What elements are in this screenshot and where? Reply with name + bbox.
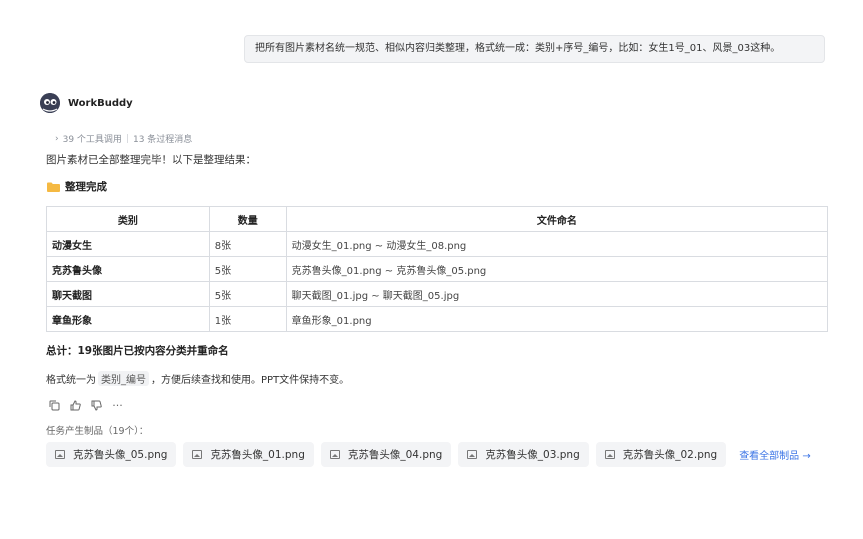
summary-text: 总计：19张图片已按内容分类并重命名	[46, 345, 229, 357]
assistant-name: WorkBuddy	[68, 97, 133, 109]
count-cell: 8张	[208, 231, 287, 257]
more-icon[interactable]: ···	[111, 399, 124, 412]
section-title-text: 整理完成	[65, 181, 107, 193]
format-code: 类别_编号	[98, 371, 149, 386]
category-cell: 章鱼形象	[46, 306, 210, 332]
view-all-artifacts-link[interactable]: 查看全部制品 →	[739, 447, 811, 462]
artifact-filename: 克苏鲁头像_03.png	[485, 449, 580, 461]
table-row: 聊天截图 5张 聊天截图_01.jpg ~ 聊天截图_05.jpg	[46, 281, 829, 307]
intro-text: 图片素材已全部整理完毕！以下是整理结果：	[46, 154, 256, 166]
artifact-chip[interactable]: 克苏鲁头像_02.png	[595, 442, 727, 467]
format-note: 格式统一为 类别_编号 ，方便后续查找和使用。PPT文件保持不变。	[46, 371, 349, 386]
category-cell: 聊天截图	[46, 281, 210, 307]
artifact-chip[interactable]: 克苏鲁头像_05.png	[46, 442, 177, 467]
table-row: 克苏鲁头像 5张 克苏鲁头像_01.png ~ 克苏鲁头像_05.png	[46, 256, 829, 282]
separator: |	[125, 133, 129, 144]
tool-calls-count: 39 个工具调用	[62, 135, 122, 145]
filename-cell: 克苏鲁头像_01.png ~ 克苏鲁头像_05.png	[285, 256, 829, 282]
table-row: 章鱼形象 1张 章鱼形象_01.png	[46, 306, 829, 332]
artifact-filename: 克苏鲁头像_05.png	[73, 449, 168, 461]
copy-icon[interactable]	[48, 399, 61, 412]
image-file-icon	[55, 450, 65, 459]
artifact-filename: 克苏鲁头像_01.png	[210, 449, 305, 461]
count-cell: 5张	[208, 256, 287, 282]
assistant-header: WorkBuddy	[40, 93, 133, 113]
filename-cell: 章鱼形象_01.png	[285, 306, 829, 332]
folder-icon	[47, 182, 60, 192]
table-row: 动漫女生 8张 动漫女生_01.png ~ 动漫女生_08.png	[46, 231, 829, 257]
artifact-chip[interactable]: 克苏鲁头像_04.png	[320, 442, 452, 467]
tool-calls-summary[interactable]: › 39 个工具调用 | 13 条过程消息	[55, 132, 193, 146]
filename-cell: 聊天截图_01.jpg ~ 聊天截图_05.jpg	[285, 281, 829, 307]
category-cell: 克苏鲁头像	[46, 256, 210, 282]
thumbs-down-icon[interactable]	[90, 399, 103, 412]
column-header-category: 类别	[46, 206, 210, 232]
image-file-icon	[604, 450, 615, 459]
user-message-bubble: 把所有图片素材名统一规范、相似内容归类整理，格式统一成：类别+序号_编号，比如：…	[244, 35, 825, 63]
format-note-prefix: 格式统一为	[46, 375, 96, 386]
column-header-filenames: 文件命名	[285, 206, 829, 232]
format-note-suffix: ，方便后续查找和使用。PPT文件保持不变。	[151, 375, 350, 386]
artifact-filename: 克苏鲁头像_02.png	[622, 449, 718, 461]
result-table: 类别 数量 文件命名 动漫女生 8张 动漫女生_01.png ~ 动漫女生_08…	[46, 206, 829, 332]
thumbs-up-icon[interactable]	[69, 399, 82, 412]
section-title: 整理完成	[47, 179, 107, 194]
table-header-row: 类别 数量 文件命名	[46, 206, 829, 232]
user-message-text: 把所有图片素材名统一规范、相似内容归类整理，格式统一成：类别+序号_编号，比如：…	[255, 43, 781, 54]
process-messages-count: 13 条过程消息	[132, 135, 193, 145]
category-cell: 动漫女生	[46, 231, 210, 257]
artifact-filename: 克苏鲁头像_04.png	[347, 449, 443, 461]
artifact-chip[interactable]: 克苏鲁头像_03.png	[458, 442, 589, 467]
count-cell: 1张	[208, 306, 287, 332]
artifact-list: 克苏鲁头像_05.png 克苏鲁头像_01.png 克苏鲁头像_04.png 克…	[46, 442, 811, 467]
message-actions: ···	[48, 399, 124, 412]
artifacts-label: 任务产生制品（19个）：	[46, 426, 149, 437]
column-header-count: 数量	[208, 206, 287, 232]
artifact-chip[interactable]: 克苏鲁头像_01.png	[183, 442, 314, 467]
count-cell: 5张	[208, 281, 287, 307]
image-file-icon	[467, 450, 478, 459]
filename-cell: 动漫女生_01.png ~ 动漫女生_08.png	[285, 231, 829, 257]
chevron-right-icon: ›	[55, 133, 59, 144]
image-file-icon	[192, 450, 203, 459]
workbuddy-avatar-icon	[40, 93, 60, 113]
image-file-icon	[329, 450, 340, 459]
